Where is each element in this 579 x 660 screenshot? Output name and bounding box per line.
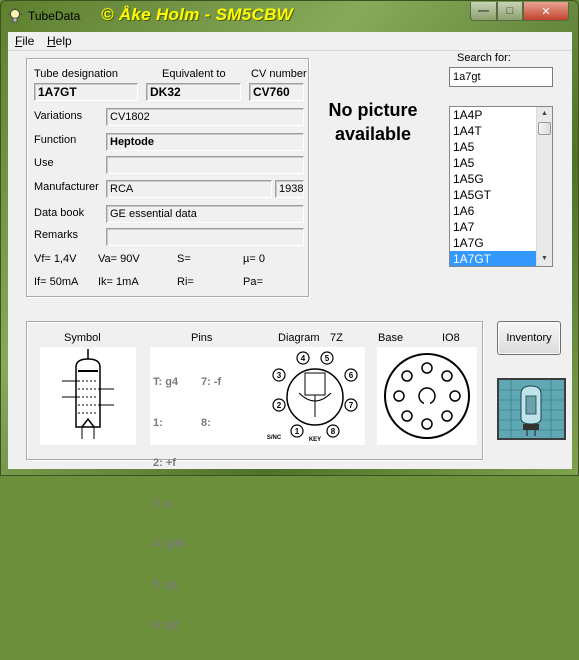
diagram-pin-label: 8 bbox=[331, 427, 336, 436]
inventory-button[interactable]: Inventory bbox=[497, 321, 561, 355]
year-field[interactable]: 1938 bbox=[275, 180, 304, 198]
designation-label: Tube designation bbox=[34, 68, 118, 80]
diagram-pin-label: 5 bbox=[325, 354, 330, 363]
tube-info-group: Tube designation 1A7GT Equivalent to DK3… bbox=[26, 58, 309, 297]
search-input[interactable] bbox=[449, 67, 553, 87]
manufacturer-field[interactable]: RCA bbox=[106, 180, 272, 198]
mu-value: µ= 0 bbox=[243, 253, 265, 265]
tube-list-item[interactable]: 1A5 bbox=[450, 139, 538, 155]
scrollbar-thumb[interactable] bbox=[538, 122, 551, 135]
cv-field[interactable]: CV760 bbox=[249, 83, 304, 101]
diagram-pin-label: 6 bbox=[349, 371, 354, 380]
designation-field[interactable]: 1A7GT bbox=[34, 83, 138, 101]
base-panel bbox=[377, 347, 477, 445]
pin-diagram-icon: 4 5 3 6 2 7 1 8 S/NC KEY bbox=[267, 351, 358, 443]
use-label: Use bbox=[34, 157, 54, 169]
pins-panel: T: g4 1: 2: +f 3: a 4: g35 5: g1 6: g2 7… bbox=[150, 347, 268, 631]
diagram-note-key: KEY bbox=[309, 437, 321, 443]
tube-list-item[interactable]: 1A4P bbox=[450, 107, 538, 123]
no-picture-text: No picture available bbox=[328, 100, 418, 144]
base-label: Base bbox=[378, 332, 404, 344]
diagram-group: Symbol Pins T: g4 1: 2: +f 3: a 4: g35 5… bbox=[26, 321, 483, 631]
diagram-label: Diagram bbox=[278, 332, 320, 344]
pin-line: 4: g35 bbox=[153, 538, 185, 550]
bulb-icon bbox=[8, 8, 22, 23]
tube-list-item[interactable]: 1A6 bbox=[450, 203, 538, 219]
window-title: TubeData bbox=[28, 9, 81, 23]
search-label: Search for: bbox=[457, 52, 511, 64]
tube-list-item[interactable]: 1A7 bbox=[450, 219, 538, 235]
variations-field[interactable]: CV1802 bbox=[106, 108, 304, 126]
vf-value: Vf= 1,4V bbox=[34, 253, 77, 265]
if-value: If= 50mA bbox=[34, 276, 79, 288]
equivalent-field[interactable]: DK32 bbox=[146, 83, 241, 101]
diagram-pin-label: 2 bbox=[277, 401, 282, 410]
pa-value: Pa= bbox=[243, 276, 263, 288]
pin-line: T: g4 bbox=[153, 376, 179, 388]
tube-list-item[interactable]: 1A5GT bbox=[450, 187, 538, 203]
function-field[interactable]: Heptode bbox=[106, 133, 304, 151]
pins-column-1: T: g4 1: 2: +f 3: a 4: g35 5: g1 6: g2 bbox=[153, 349, 185, 660]
ri-value: Ri= bbox=[177, 276, 194, 288]
tube-list-item[interactable]: 1A7G bbox=[450, 235, 538, 251]
vacuum-tube-icon bbox=[499, 380, 564, 438]
databook-label: Data book bbox=[34, 207, 85, 219]
symbol-panel bbox=[40, 347, 136, 445]
diagram-code: 7Z bbox=[330, 332, 343, 344]
title-bar[interactable]: TubeData © Åke Holm - SM5CBW — □ ✕ bbox=[1, 1, 578, 31]
pins-column-2: 7: -f 8: bbox=[201, 349, 232, 457]
function-label: Function bbox=[34, 134, 77, 146]
tube-symbol-icon bbox=[62, 349, 114, 439]
maximize-button[interactable]: □ bbox=[497, 2, 523, 21]
pin-line: 1: bbox=[153, 416, 163, 429]
author-credit: © Åke Holm - SM5CBW bbox=[101, 5, 294, 24]
databook-field[interactable]: GE essential data bbox=[106, 205, 304, 223]
minimize-button[interactable]: — bbox=[470, 2, 497, 21]
menu-bar: File Help bbox=[8, 32, 572, 51]
diagram-pin-label: 1 bbox=[295, 427, 300, 436]
diagram-note-left: S/NC bbox=[267, 435, 282, 441]
remarks-label: Remarks bbox=[34, 229, 79, 241]
tube-list[interactable]: 1A4P 1A4T 1A5 1A5 1A5G 1A5GT 1A6 1A7 1A7G 1A7GT ▲… bbox=[449, 106, 553, 267]
manufacturer-label: Manufacturer bbox=[34, 181, 99, 193]
diagram-panel: 4 5 3 6 2 7 1 8 S/NC KEY bbox=[265, 347, 365, 445]
pin-line: 8: bbox=[201, 416, 211, 429]
s-value: S= bbox=[177, 253, 191, 265]
use-field[interactable] bbox=[106, 156, 304, 174]
tube-list-item[interactable]: 1A5 bbox=[450, 155, 538, 171]
remarks-field[interactable] bbox=[106, 228, 304, 246]
menu-help-accel: H bbox=[47, 34, 56, 48]
tube-list-item[interactable]: 1A4T bbox=[450, 123, 538, 139]
tube-list-item[interactable]: 1A5G bbox=[450, 171, 538, 187]
diagram-pin-label: 7 bbox=[349, 401, 354, 410]
menu-help-rest: elp bbox=[55, 34, 72, 48]
diagram-pin-label: 3 bbox=[277, 371, 282, 380]
list-scrollbar[interactable]: ▲ ▼ bbox=[536, 107, 552, 266]
pin-line: 7: -f bbox=[201, 376, 222, 388]
chevron-down-icon[interactable]: ▼ bbox=[537, 252, 552, 266]
va-value: Va= 90V bbox=[98, 253, 140, 265]
ik-value: Ik= 1mA bbox=[98, 276, 139, 288]
close-button[interactable]: ✕ bbox=[523, 2, 569, 21]
base-socket-icon bbox=[384, 353, 470, 439]
equivalent-label: Equivalent to bbox=[162, 68, 226, 80]
pins-label: Pins bbox=[191, 332, 213, 344]
base-code: IO8 bbox=[442, 332, 460, 344]
pin-line: 5: g1 bbox=[153, 578, 179, 591]
pin-line: 3: a bbox=[153, 497, 172, 510]
client-area: Tube designation 1A7GT Equivalent to DK3… bbox=[8, 51, 572, 631]
cv-label: CV number bbox=[251, 68, 307, 80]
pin-line: 2: +f bbox=[153, 457, 176, 469]
symbol-label: Symbol bbox=[64, 332, 101, 344]
tube-list-item[interactable]: 1A7GT bbox=[450, 251, 538, 266]
menu-help[interactable]: Help bbox=[47, 34, 72, 48]
menu-file[interactable]: File bbox=[15, 34, 34, 48]
diagram-pin-label: 4 bbox=[301, 354, 306, 363]
main-window: TubeData © Åke Holm - SM5CBW — □ ✕ File … bbox=[0, 0, 579, 631]
menu-file-rest: ile bbox=[22, 34, 35, 48]
chevron-up-icon[interactable]: ▲ bbox=[537, 107, 552, 121]
tube-logo bbox=[497, 378, 566, 440]
pin-line: 6: g2 bbox=[153, 619, 179, 631]
variations-label: Variations bbox=[34, 110, 83, 122]
